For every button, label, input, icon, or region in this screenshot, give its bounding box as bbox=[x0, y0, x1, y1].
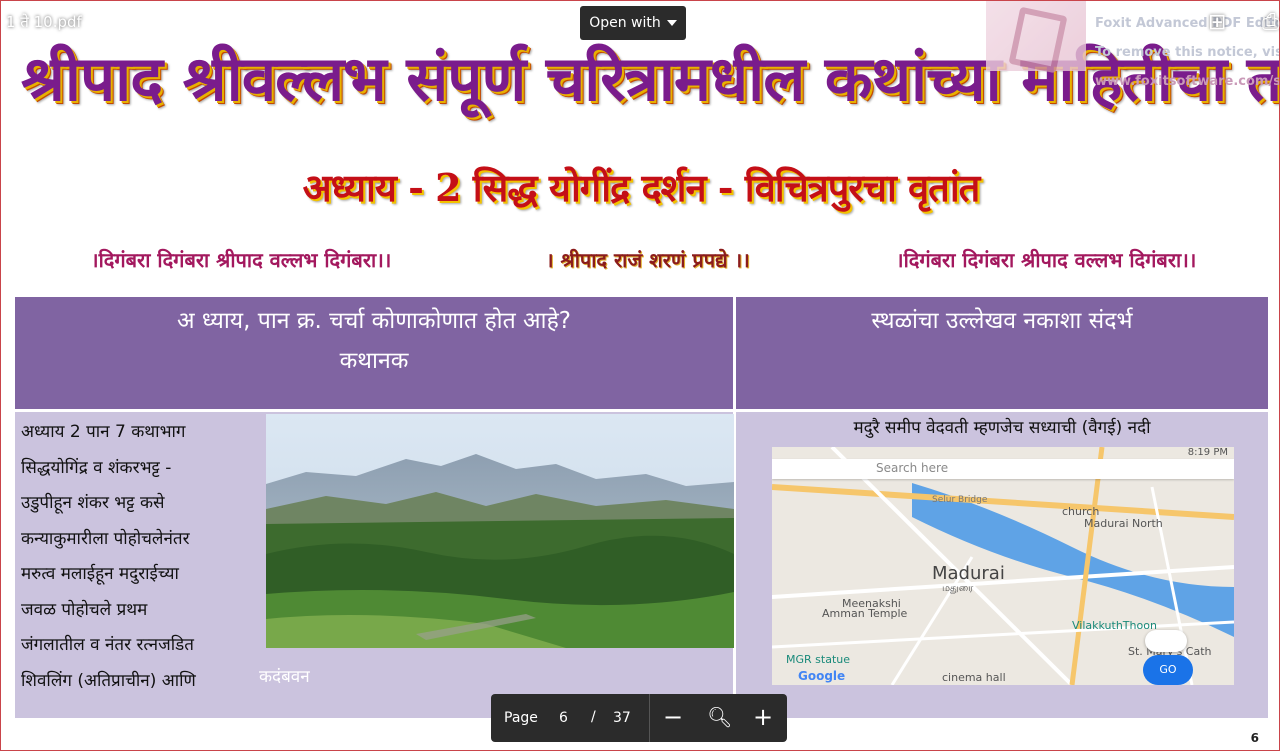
current-page-input[interactable]: 6 bbox=[559, 710, 568, 726]
map-label-north: Madurai North bbox=[1084, 517, 1163, 530]
map-screenshot: 8:19 PM Search here church Madurai North… bbox=[772, 447, 1234, 685]
map-status-time: 8:19 PM bbox=[1187, 447, 1228, 458]
zoom-out-icon[interactable]: − bbox=[663, 702, 683, 732]
photo-caption: कदंबवन bbox=[259, 667, 310, 687]
map-label-bridge: Selur Bridge bbox=[932, 495, 988, 505]
table-header-places: स्थळांचा उल्लेखव नकाशा संदर्भ bbox=[736, 297, 1268, 409]
zoom-in-icon[interactable]: + bbox=[753, 702, 773, 732]
print-icon[interactable]: ⎙ bbox=[1262, 10, 1280, 35]
chant-right: ।दिगंबरा दिगंबरा श्रीपाद वल्लभ दिगंबरा।। bbox=[896, 248, 1197, 272]
chevron-down-icon bbox=[666, 20, 677, 26]
map-search-placeholder: Search here bbox=[876, 461, 949, 475]
table-header-places-label: स्थळांचा उल्लेखव नकाशा संदर्भ bbox=[871, 308, 1133, 334]
map-city-name: Madurai bbox=[932, 563, 1005, 584]
magnifier-icon[interactable]: 🔍︎ bbox=[707, 702, 732, 732]
map-label-villa: VilakkuthThoon bbox=[1072, 619, 1157, 632]
map-search-bar[interactable]: Search here bbox=[772, 459, 1234, 479]
foxit-logo bbox=[986, 1, 1086, 71]
story-line: जंगलातील व नंतर रत्नजडित bbox=[21, 635, 194, 655]
story-line: शिवलिंग (अतिप्राचीन) आणि bbox=[21, 670, 196, 691]
add-to-drive-icon[interactable]: ⊞ bbox=[1208, 10, 1226, 35]
map-label-mgr: MGR statue bbox=[786, 653, 850, 666]
total-pages: 37 bbox=[613, 710, 631, 726]
map-caption: मदुरै समीप वेदवती म्हणजेच सध्याची (वैगई)… bbox=[853, 418, 1151, 438]
chant-middle: । श्रीपाद राजं शरणं प्रपद्ये ।। bbox=[546, 248, 750, 272]
map-label-temple2: Amman Temple bbox=[822, 607, 908, 620]
divider bbox=[649, 694, 650, 742]
page-label: Page bbox=[504, 710, 538, 726]
story-line: अध्याय 2 पान 7 कथाभाग bbox=[21, 422, 186, 442]
chant-left: ।दिगंबरा दिगंबरा श्रीपाद वल्लभ दिगंबरा।। bbox=[91, 248, 392, 272]
story-line: जवळ पोहोचले प्रथम bbox=[21, 599, 148, 620]
story-line: कन्याकुमारीला पोहोचलेनंतर bbox=[21, 528, 190, 549]
table-header-story-line2: कथानक bbox=[339, 348, 409, 374]
map-label-cinema: cinema hall bbox=[942, 671, 1006, 684]
page-controls: Page 6 / 37 − 🔍︎ + bbox=[491, 694, 787, 742]
foxit-notice-line2: To remove this notice, visit: bbox=[1095, 45, 1280, 60]
story-line: सिद्धयोगिंद्र व शंकरभट्ट - bbox=[21, 457, 172, 478]
story-line: उडुपीहून शंकर भट्ट कसे bbox=[21, 493, 165, 513]
page-number: 6 bbox=[1250, 731, 1259, 745]
google-logo: Google bbox=[798, 669, 846, 683]
open-with-button[interactable]: Open with bbox=[580, 6, 686, 40]
pdf-page: Foxit Advanced PDF Editor To remove this… bbox=[0, 0, 1280, 751]
go-button[interactable]: GO bbox=[1143, 655, 1193, 685]
table-header-story-line1: अ ध्याय, पान क्र. चर्चा कोणाकोणात होत आह… bbox=[176, 308, 571, 334]
landscape-photo bbox=[266, 414, 734, 648]
open-with-label: Open with bbox=[589, 15, 661, 31]
my-location-button[interactable] bbox=[1145, 630, 1187, 652]
table-header-story: अ ध्याय, पान क्र. चर्चा कोणाकोणात होत आह… bbox=[15, 297, 733, 409]
foxit-notice-line1: Foxit Advanced PDF Editor bbox=[1095, 16, 1280, 31]
file-name: 1 ते 10.pdf bbox=[6, 13, 82, 31]
mountain-forest-illustration bbox=[266, 414, 734, 648]
chapter-subtitle: अध्याय - 2 सिद्ध योगींद्र दर्शन - विचित्… bbox=[302, 165, 981, 210]
foxit-notice: Foxit Advanced PDF Editor To remove this… bbox=[1095, 9, 1280, 96]
map-city-local: மதுரை bbox=[942, 583, 974, 594]
story-text: अध्याय 2 पान 7 कथाभाग सिद्धयोगिंद्र व शं… bbox=[21, 415, 261, 699]
story-line: मरुत्व मलाईहून मदुराईच्या bbox=[21, 564, 179, 584]
page-separator: / bbox=[591, 709, 596, 725]
foxit-notice-line3: www.foxitsoftware.com/shopping bbox=[1095, 74, 1279, 89]
